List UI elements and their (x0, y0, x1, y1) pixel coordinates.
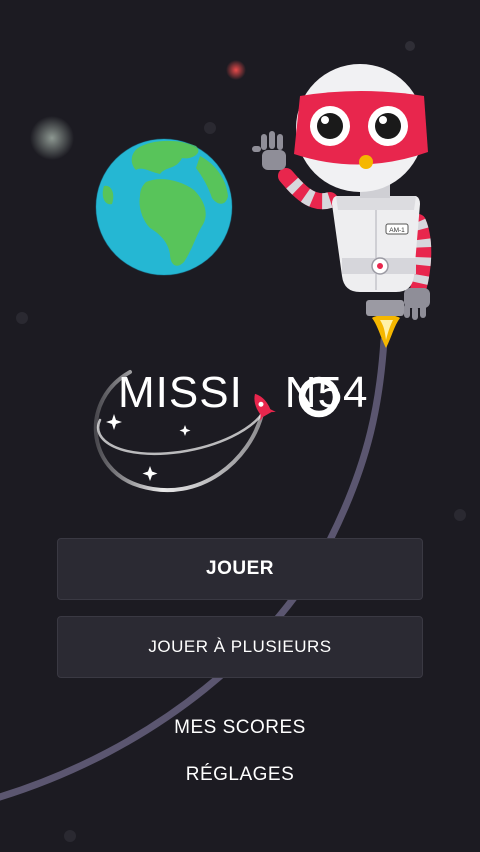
star-dot (405, 41, 415, 51)
mission54-logo: MISSI N54 (118, 368, 418, 428)
my-scores-link[interactable]: MES SCORES (0, 717, 480, 739)
play-button-label: JOUER (206, 558, 274, 579)
earth-globe (95, 138, 233, 276)
star-dot (16, 312, 28, 324)
multiplayer-button-label: JOUER À PLUSIEURS (148, 637, 332, 656)
distant-planet-red (226, 60, 246, 80)
star-dot (454, 509, 466, 521)
multiplayer-button[interactable]: JOUER À PLUSIEURS (57, 616, 423, 678)
star-dot (64, 830, 76, 842)
play-button[interactable]: JOUER (57, 538, 423, 600)
robot-astronaut: AM-1 (252, 64, 432, 348)
distant-planet-grey (30, 116, 74, 160)
star-dot (204, 122, 216, 134)
logo-text-right: N54 (284, 368, 369, 417)
settings-link[interactable]: RÉGLAGES (0, 764, 480, 786)
waving-hand-icon (252, 131, 286, 170)
robot-chest-badge: AM-1 (389, 227, 405, 234)
logo-text-left: MISSI (118, 368, 243, 417)
robot-hand-icon (404, 288, 430, 320)
